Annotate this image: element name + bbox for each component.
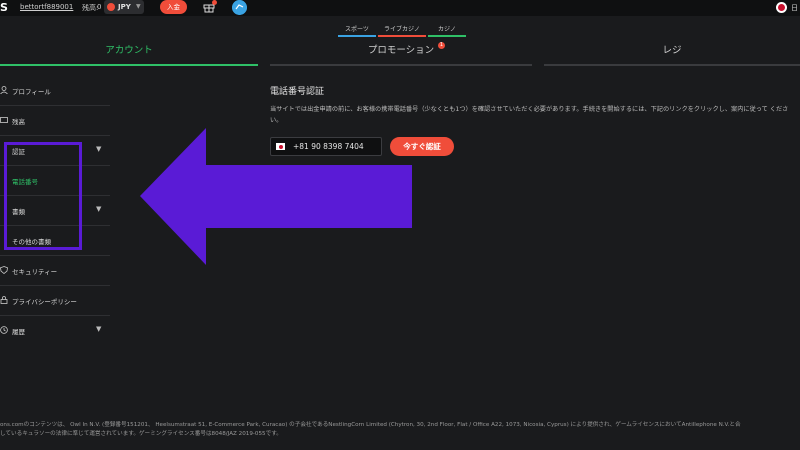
product-tab-label: ライブカジノ bbox=[384, 26, 420, 33]
page-description: 当サイトでは出金申請の前に、お客様の携帯電話番号（少なくとも1つ）を確認させてい… bbox=[270, 106, 789, 124]
tab-account[interactable]: アカウント bbox=[0, 40, 258, 66]
user-icon bbox=[0, 86, 8, 94]
page-title: 電話番号認証 bbox=[270, 87, 325, 97]
currency-code: JPY bbox=[118, 3, 131, 11]
chevron-down-icon: ▼ bbox=[96, 325, 102, 333]
deposit-button[interactable]: 入金 bbox=[160, 0, 187, 14]
japan-flag-icon[interactable] bbox=[776, 2, 787, 13]
arrow-annotation bbox=[140, 128, 412, 265]
tab-cashier[interactable]: レジ bbox=[544, 40, 800, 66]
account-tabs: アカウント プロモーション 1 レジ bbox=[0, 40, 800, 66]
product-tab-sports[interactable]: スポーツ bbox=[338, 24, 376, 37]
help-icon[interactable] bbox=[232, 0, 247, 15]
footer-legal-text: ons.comのコンテンツは、 Owl In N.V. (登録番号151201、… bbox=[0, 421, 800, 439]
sidebar-item-history[interactable]: 履歴 ▼ bbox=[0, 316, 110, 346]
sidebar-item-privacy-policy[interactable]: プライバシーポリシー bbox=[0, 286, 110, 316]
tab-promotions[interactable]: プロモーション 1 bbox=[270, 40, 532, 66]
notification-badge bbox=[212, 0, 217, 5]
wallet-icon bbox=[0, 117, 8, 123]
product-tab-live-casino[interactable]: ライブカジノ bbox=[378, 24, 426, 37]
product-tab-casino[interactable]: カジノ bbox=[428, 24, 466, 37]
username-link[interactable]: bettortf889001 bbox=[20, 3, 73, 11]
tab-label: アカウント bbox=[105, 45, 153, 56]
product-tab-indicator bbox=[378, 35, 426, 37]
clock-icon bbox=[0, 326, 8, 334]
footer-line: しているキュラソーの法律に準じて運営されています。ゲーミングライセンス番号は80… bbox=[0, 431, 282, 437]
sidebar-item-label: セキュリティー bbox=[12, 268, 58, 276]
highlight-box bbox=[4, 142, 82, 250]
chevron-down-icon: ▼ bbox=[96, 205, 102, 213]
chevron-down-icon: ▼ bbox=[96, 145, 102, 153]
balance-value: 0 bbox=[97, 3, 102, 11]
balance-label: 残高: bbox=[82, 4, 99, 12]
currency-select[interactable]: JPY ▼ bbox=[104, 0, 144, 14]
product-nav: スポーツ ライブカジノ カジノ bbox=[338, 24, 466, 37]
top-bar: S bettortf889001 残高: 0 JPY ▼ 入金 日 bbox=[0, 0, 800, 16]
site-logo[interactable]: S bbox=[0, 1, 8, 14]
language-label[interactable]: 日 bbox=[791, 3, 798, 13]
product-tab-label: スポーツ bbox=[345, 26, 369, 33]
sidebar-item-profile[interactable]: プロフィール bbox=[0, 76, 110, 106]
tab-underline bbox=[270, 64, 532, 66]
product-tab-indicator bbox=[338, 35, 376, 37]
tab-underline bbox=[544, 64, 800, 66]
shield-icon bbox=[0, 266, 8, 274]
sidebar-item-security[interactable]: セキュリティー bbox=[0, 256, 110, 286]
product-tab-indicator bbox=[428, 35, 466, 37]
lock-icon bbox=[0, 296, 8, 304]
sidebar-item-label: 残高 bbox=[12, 118, 25, 126]
tab-label: レジ bbox=[662, 45, 682, 56]
tab-label: プロモーション bbox=[367, 45, 435, 56]
footer-line: ons.comのコンテンツは、 Owl In N.V. (登録番号151201、… bbox=[0, 422, 741, 428]
chevron-down-icon: ▼ bbox=[136, 3, 141, 10]
promotion-badge: 1 bbox=[438, 42, 445, 49]
sidebar-item-label: 履歴 bbox=[12, 328, 25, 336]
sidebar-item-label: プライバシーポリシー bbox=[12, 298, 77, 306]
sidebar-item-label: プロフィール bbox=[12, 88, 51, 96]
yen-icon bbox=[107, 3, 115, 11]
product-tab-label: カジノ bbox=[438, 26, 456, 33]
tab-underline bbox=[0, 64, 258, 66]
sidebar-item-balance[interactable]: 残高 bbox=[0, 106, 110, 136]
